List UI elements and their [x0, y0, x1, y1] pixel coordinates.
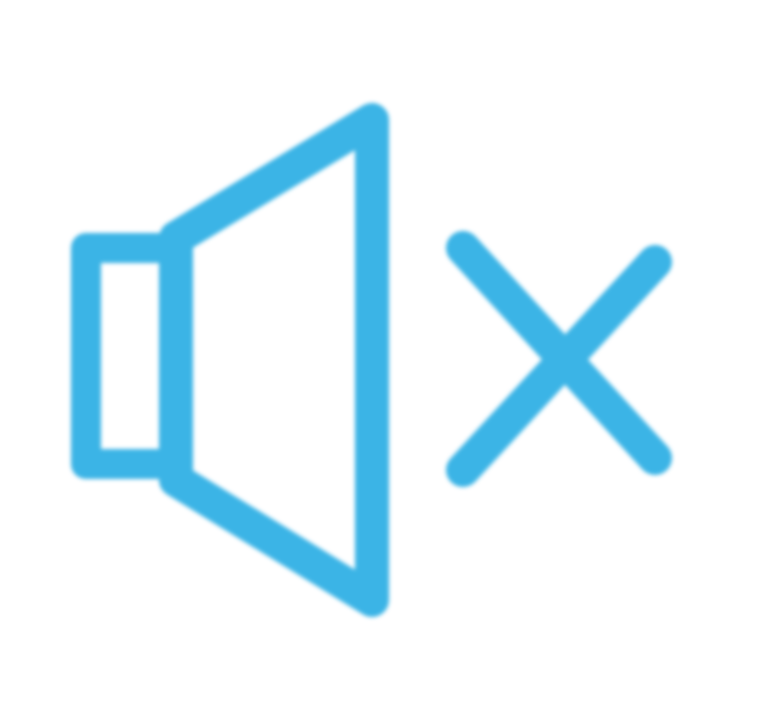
speaker-muted-icon [71, 103, 672, 617]
screen [0, 0, 766, 720]
speaker-cone-icon [159, 103, 389, 617]
mute-button[interactable] [0, 0, 766, 720]
